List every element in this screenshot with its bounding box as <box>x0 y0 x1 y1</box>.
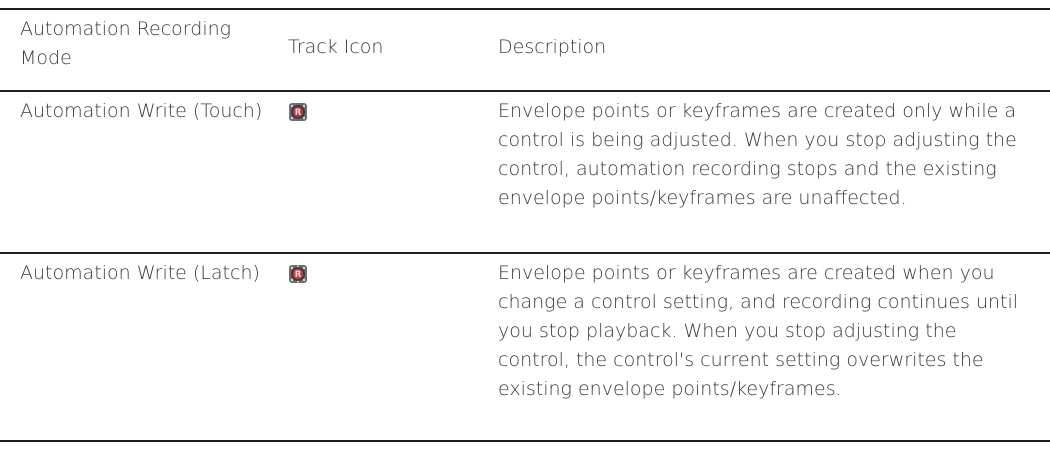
table-row: Automation Write (Latch) R Envelope poin… <box>0 252 1050 442</box>
svg-text:R: R <box>295 270 302 280</box>
svg-text:R: R <box>295 108 302 118</box>
description-cell: Envelope points or keyframes are created… <box>498 262 1019 400</box>
record-touch-icon: R <box>289 103 307 121</box>
mode-cell: Automation Write (Latch) <box>20 262 260 284</box>
header-mode: Automation Recording Mode <box>20 18 232 69</box>
table-header-row: Automation Recording Mode Track Icon Des… <box>0 8 1050 90</box>
header-description: Description <box>498 36 607 58</box>
record-latch-icon: R <box>289 265 307 283</box>
description-cell: Envelope points or keyframes are created… <box>498 100 1017 209</box>
automation-modes-table: Automation Recording Mode Track Icon Des… <box>0 8 1050 442</box>
mode-cell: Automation Write (Touch) <box>20 100 263 122</box>
table-row: Automation Write (Touch) R Envelope poin… <box>0 90 1050 252</box>
header-icon: Track Icon <box>288 36 384 58</box>
